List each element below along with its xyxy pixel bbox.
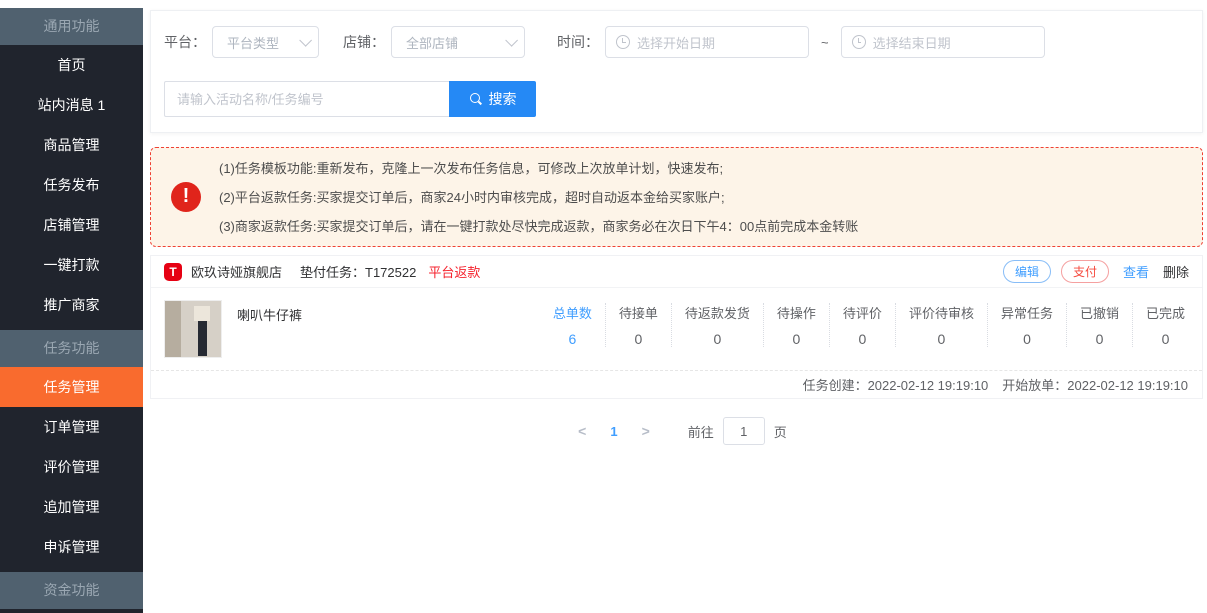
edit-button[interactable]: 编辑: [1003, 260, 1051, 283]
stat-label: 已撤销: [1080, 303, 1119, 322]
stat-value-link[interactable]: 6: [553, 331, 592, 347]
stat-label: 已完成: [1146, 303, 1185, 322]
platform-select-value: 平台类型: [227, 33, 279, 52]
stat-abnormal-tasks: 异常任务 0: [988, 303, 1067, 347]
stat-label: 待接单: [619, 303, 658, 322]
pay-button[interactable]: 支付: [1061, 260, 1109, 283]
sidebar-item-one-key-pay[interactable]: 一键打款: [0, 245, 143, 285]
filter-row: 平台： 平台类型 店铺： 全部店铺 时间： 选择开始日期 ~: [164, 26, 1189, 58]
next-page-icon[interactable]: >: [630, 423, 662, 439]
platform-select[interactable]: 平台类型: [212, 26, 319, 58]
goto-page-label: 前往: [688, 422, 714, 441]
search-button-label: 搜索: [489, 89, 517, 109]
goto-page-input[interactable]: [723, 417, 765, 445]
task-stats: 总单数 6 待接单 0 待返款发货 0 待操作 0: [540, 303, 1189, 347]
start-date-input[interactable]: 选择开始日期: [605, 26, 809, 58]
warning-icon: !: [171, 182, 201, 212]
search-input[interactable]: [164, 81, 449, 117]
sidebar-item-appeal-manage[interactable]: 申诉管理: [0, 527, 143, 567]
end-date-input[interactable]: 选择结束日期: [841, 26, 1045, 58]
stat-value: 0: [1080, 331, 1119, 347]
task-start-time: 开始放单：2022-02-12 19:19:10: [1002, 375, 1188, 394]
product-name: 喇叭牛仔裤: [237, 305, 302, 324]
main-content: 平台： 平台类型 店铺： 全部店铺 时间： 选择开始日期 ~: [150, 0, 1203, 613]
shop-name: 欧玖诗娅旗舰店: [191, 262, 282, 281]
end-date-placeholder: 选择结束日期: [873, 33, 951, 52]
stat-value: 0: [843, 331, 882, 347]
chevron-down-icon: [505, 34, 518, 47]
notice-line-1: (1)任务模板功能:重新发布，克隆上一次发布任务信息，可修改上次放单计划，快速发…: [219, 154, 858, 183]
task-card: T 欧玖诗娅旗舰店 垫付任务：T172522 平台返款 编辑 支付 查看 删除 …: [150, 255, 1203, 399]
notice-box: ! (1)任务模板功能:重新发布，克隆上一次发布任务信息，可修改上次放单计划，快…: [150, 147, 1203, 247]
sidebar-section-general: 通用功能: [0, 8, 143, 45]
search-button[interactable]: 搜索: [449, 81, 536, 117]
stat-label: 总单数: [553, 303, 592, 322]
sidebar-item-order-manage[interactable]: 订单管理: [0, 407, 143, 447]
task-card-body: 喇叭牛仔裤 总单数 6 待接单 0 待返款发货 0: [151, 288, 1202, 370]
chevron-down-icon: [299, 34, 312, 47]
stat-pending-refund-ship: 待返款发货 0: [672, 303, 764, 347]
sidebar-item-promote-merchant[interactable]: 推广商家: [0, 285, 143, 325]
task-number: 垫付任务：T172522: [300, 262, 416, 281]
sidebar-item-review-manage[interactable]: 评价管理: [0, 447, 143, 487]
sidebar-item-messages[interactable]: 站内消息 1: [0, 85, 143, 125]
sidebar-section-task: 任务功能: [0, 330, 143, 367]
delete-link[interactable]: 删除: [1163, 262, 1189, 281]
prev-page-icon[interactable]: <: [566, 423, 598, 439]
stat-label: 评价待审核: [909, 303, 974, 322]
stat-value: 0: [777, 331, 816, 347]
time-filter-label: 时间：: [557, 32, 599, 52]
stat-total-orders: 总单数 6: [540, 303, 606, 347]
stat-revoked: 已撤销 0: [1067, 303, 1133, 347]
stat-pending-operate: 待操作 0: [764, 303, 830, 347]
stat-review-audit: 评价待审核 0: [896, 303, 988, 347]
clock-icon: [852, 35, 866, 49]
stat-value: 0: [1001, 331, 1053, 347]
stat-value: 0: [909, 331, 974, 347]
product-image: [164, 300, 222, 358]
stat-label: 待评价: [843, 303, 882, 322]
sidebar-item-task-manage[interactable]: 任务管理: [0, 367, 143, 407]
task-card-header: T 欧玖诗娅旗舰店 垫付任务：T172522 平台返款 编辑 支付 查看 删除: [151, 256, 1202, 288]
view-link[interactable]: 查看: [1123, 262, 1149, 281]
notice-text: (1)任务模板功能:重新发布，克隆上一次发布任务信息，可修改上次放单计划，快速发…: [219, 154, 858, 241]
notice-line-2: (2)平台返款任务:买家提交订单后，商家24小时内审核完成，超时自动返本金给买家…: [219, 183, 858, 212]
filter-panel: 平台： 平台类型 店铺： 全部店铺 时间： 选择开始日期 ~: [150, 10, 1203, 133]
tmall-platform-icon: T: [164, 263, 182, 281]
page: 通用功能 首页 站内消息 1 商品管理 任务发布 店铺管理 一键打款 推广商家 …: [0, 0, 1207, 613]
stat-value: 0: [685, 331, 750, 347]
sidebar: 通用功能 首页 站内消息 1 商品管理 任务发布 店铺管理 一键打款 推广商家 …: [0, 8, 143, 613]
sidebar-item-task-publish[interactable]: 任务发布: [0, 165, 143, 205]
shop-select[interactable]: 全部店铺: [391, 26, 525, 58]
stat-completed: 已完成 0: [1133, 303, 1189, 347]
sidebar-section-funds: 资金功能: [0, 572, 143, 609]
platform-filter-label: 平台：: [164, 32, 206, 52]
shop-select-value: 全部店铺: [406, 33, 458, 52]
stat-label: 待返款发货: [685, 303, 750, 322]
stat-label: 异常任务: [1001, 303, 1053, 322]
stat-pending-review: 待评价 0: [830, 303, 896, 347]
search-row: 搜索: [164, 81, 536, 117]
stat-label: 待操作: [777, 303, 816, 322]
task-card-footer: 任务创建：2022-02-12 19:19:10 开始放单：2022-02-12…: [151, 370, 1202, 398]
stat-pending-accept: 待接单 0: [606, 303, 672, 347]
refund-type-tag: 平台返款: [428, 262, 480, 281]
sidebar-item-shop-manage[interactable]: 店铺管理: [0, 205, 143, 245]
sidebar-item-home[interactable]: 首页: [0, 45, 143, 85]
page-number-1[interactable]: 1: [598, 424, 629, 439]
clock-icon: [616, 35, 630, 49]
sidebar-item-products[interactable]: 商品管理: [0, 125, 143, 165]
search-icon: [469, 92, 483, 106]
page-suffix-label: 页: [774, 422, 787, 441]
start-date-placeholder: 选择开始日期: [637, 33, 715, 52]
stat-value: 0: [1146, 331, 1185, 347]
date-range-separator: ~: [821, 35, 829, 50]
pagination: < 1 > 前往 页: [150, 416, 1203, 446]
stat-value: 0: [619, 331, 658, 347]
notice-line-3: (3)商家返款任务:买家提交订单后，请在一键打款处尽快完成返款，商家务必在次日下…: [219, 212, 858, 241]
shop-filter-label: 店铺：: [343, 32, 385, 52]
sidebar-item-append-manage[interactable]: 追加管理: [0, 487, 143, 527]
task-created-time: 任务创建：2022-02-12 19:19:10: [803, 375, 989, 394]
